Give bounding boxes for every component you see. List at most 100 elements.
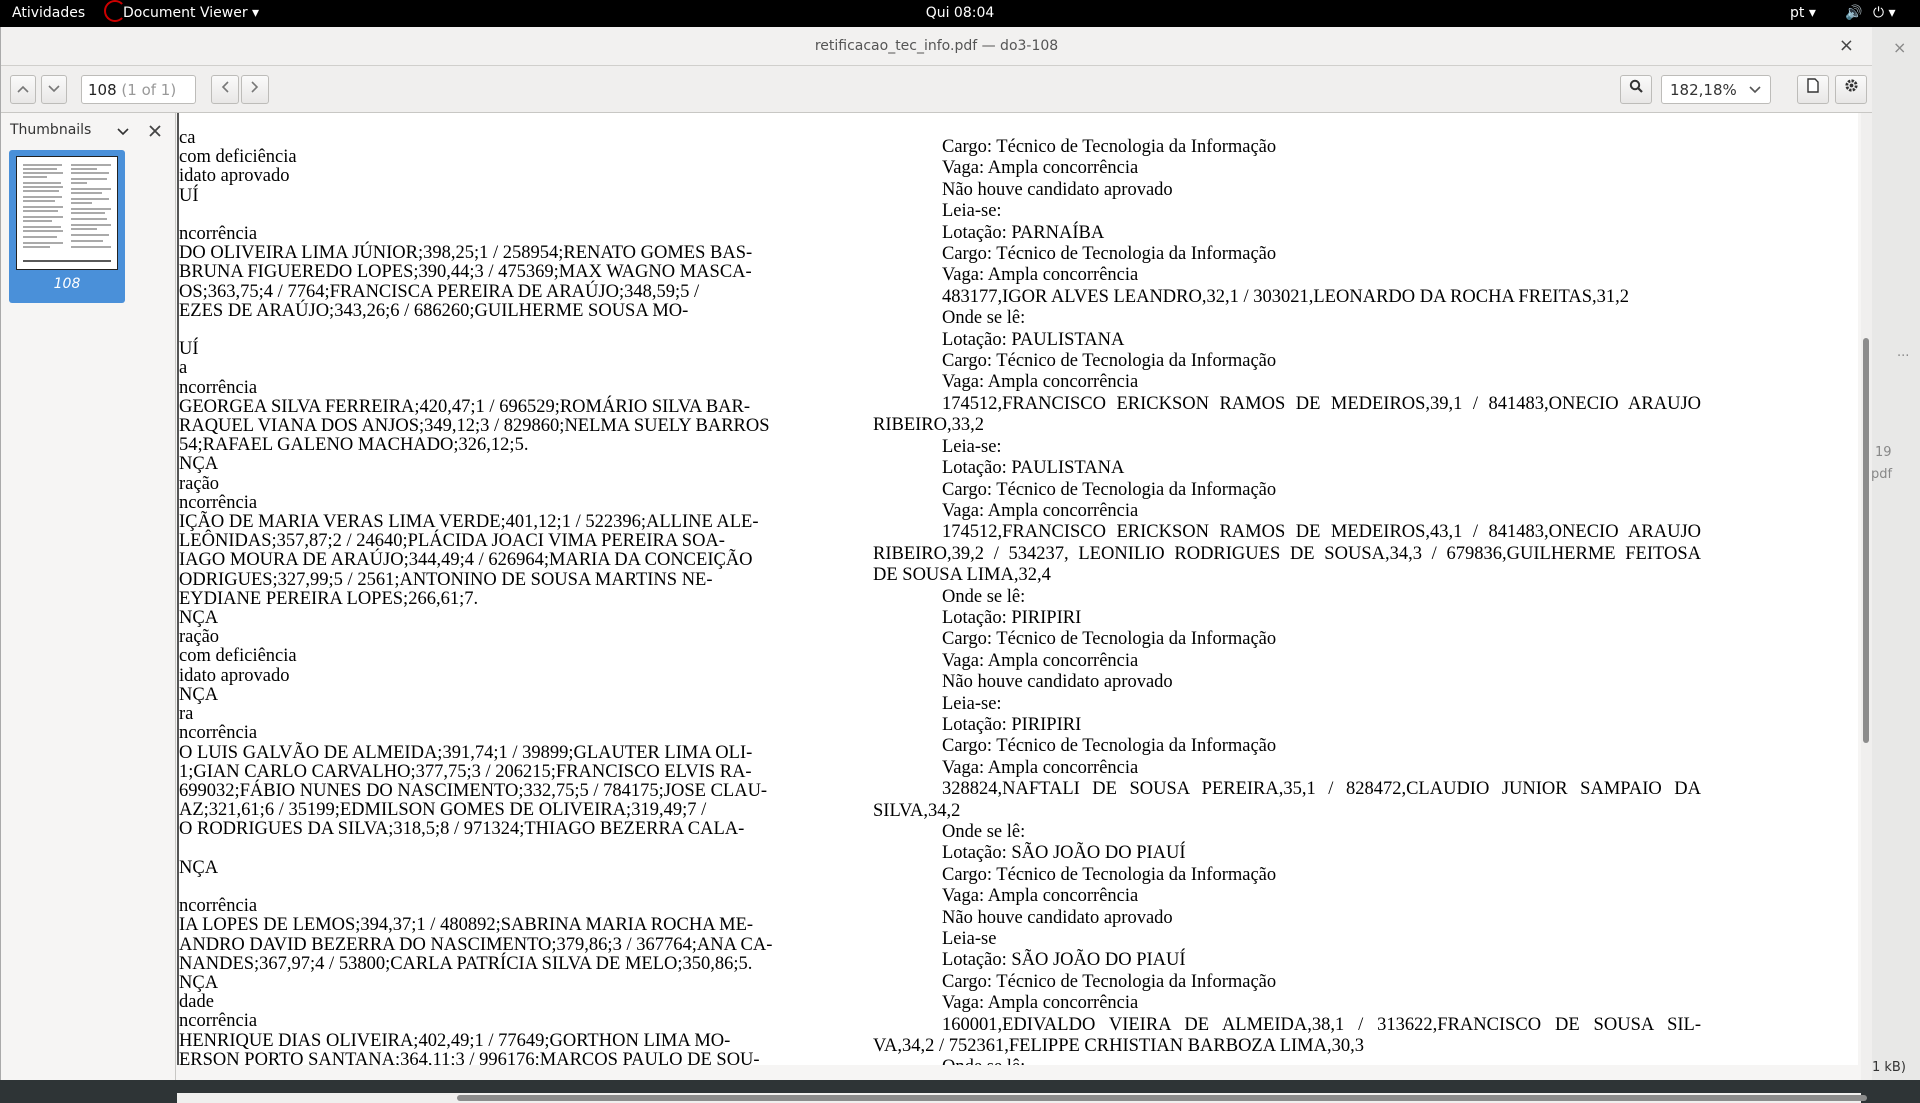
language-menu[interactable]: pt ▾ — [1790, 5, 1816, 21]
document-line: RIBEIRO,39,2 / 534237, LEONILIO RODRIGUE… — [873, 543, 1701, 564]
search-button[interactable] — [1620, 75, 1652, 104]
document-line: dade — [179, 992, 214, 1013]
document-line: 54;RAFAEL GALENO MACHADO;326,12;5. — [179, 435, 529, 456]
document-line: 699032;FÁBIO NUNES DO NASCIMENTO;332,75;… — [179, 780, 768, 801]
document-properties-button[interactable] — [1797, 75, 1829, 104]
document-line: EYDIANE PEREIRA LOPES;266,61;7. — [179, 588, 479, 609]
document-line: Cargo: Técnico de Tecnologia da Informaç… — [942, 479, 1277, 500]
vertical-scrollbar-thumb[interactable] — [1863, 338, 1869, 743]
document-icon — [1807, 78, 1819, 93]
document-line: AZ;321,61;6 / 35199;EDMILSON GOMES DE OL… — [179, 800, 707, 821]
document-line: a — [179, 358, 188, 379]
document-line: ncorrência — [179, 224, 258, 245]
zoom-select[interactable]: 182,18% — [1661, 75, 1771, 104]
document-line: Lotação: PAULISTANA — [942, 458, 1125, 479]
document-line: ração — [179, 473, 220, 494]
sidebar-view-selector[interactable]: Thumbnails — [10, 122, 91, 138]
document-line: Cargo: Técnico de Tecnologia da Informaç… — [942, 971, 1277, 992]
document-line: OS;363,75;4 / 7764;FRANCISCA PEREIRA DE … — [179, 281, 700, 302]
document-line: Lotação: PIRIPIRI — [942, 714, 1082, 735]
document-line: Cargo: Técnico de Tecnologia da Informaç… — [942, 137, 1277, 157]
document-line: Vaga: Ampla concorrência — [942, 757, 1139, 778]
document-line: ncorrência — [179, 492, 258, 513]
window-title: retificacao_tec_info.pdf — do3-108 — [814, 38, 1059, 54]
document-line: Leia-se: — [942, 693, 1002, 714]
document-line: idato aprovado — [179, 166, 290, 187]
close-icon[interactable]: × — [1839, 35, 1854, 56]
document-line: IAGO MOURA DE ARAÚJO;344,49;4 / 626964;M… — [179, 550, 753, 571]
document-line: Lotação: PARNAÍBA — [942, 222, 1105, 243]
document-line: LEÔNIDAS;357,87;2 / 24640;PLÁCIDA JOACI … — [179, 531, 725, 552]
power-icon[interactable]: ⏻ ▾ — [1873, 5, 1896, 21]
close-sidebar-icon[interactable] — [149, 125, 161, 137]
background-close-icon[interactable]: × — [1893, 38, 1906, 57]
document-line: ra — [179, 704, 194, 725]
document-line: HENRIQUE DIAS OLIVEIRA;402,49;1 / 77649;… — [179, 1030, 731, 1051]
document-line: Cargo: Técnico de Tecnologia da Informaç… — [942, 244, 1277, 265]
document-line: Vaga: Ampla concorrência — [942, 500, 1139, 521]
document-line: RAQUEL VIANA DOS ANJOS;349,12;3 / 829860… — [179, 416, 770, 437]
background-text: 1 kB) — [1872, 1060, 1906, 1075]
document-line: Cargo: Técnico de Tecnologia da Informaç… — [942, 629, 1277, 650]
document-line: O LUIS GALVÃO DE ALMEIDA;391,74;1 / 3989… — [179, 742, 753, 763]
sidebar: Thumbnails 108 — [1, 113, 176, 1080]
document-line: RIBEIRO,33,2 — [873, 415, 984, 436]
document-line: ncorrência — [179, 723, 258, 744]
vertical-scrollbar[interactable] — [1861, 113, 1872, 1080]
document-line: Onde se lê: — [873, 1057, 1701, 1065]
document-left-column: ca com deficiência idato aprovado UÍ ncorrê… — [179, 128, 809, 1065]
document-line: ANDRO DAVID BEZERRA DO NASCIMENTO;379,86… — [179, 934, 773, 955]
document-line: ncorrência — [179, 1011, 258, 1032]
horizontal-scrollbar[interactable] — [177, 1093, 1867, 1103]
document-line: Cargo: Técnico de Tecnologia da Informaç… — [942, 864, 1277, 885]
chevron-down-icon[interactable] — [117, 128, 129, 136]
document-line: SILVA,34,2 — [873, 800, 961, 821]
document-line: ração — [179, 627, 220, 648]
chevron-up-icon — [17, 85, 29, 93]
document-line: com deficiência — [179, 646, 297, 667]
document-line: 174512,FRANCISCO ERICKSON RAMOS DE MEDEI… — [942, 522, 1701, 543]
document-line: UÍ — [179, 185, 199, 206]
document-line: idato aprovado — [179, 665, 290, 686]
document-line: Vaga: Ampla concorrência — [942, 372, 1139, 393]
document-line: Lotação: SÃO JOÃO DO PIAUÍ — [942, 950, 1186, 971]
document-line: Lotação: PAULISTANA — [942, 329, 1125, 350]
search-icon — [1629, 79, 1643, 93]
document-line: ncorrência — [179, 896, 258, 917]
document-line: UÍ — [179, 339, 199, 360]
document-line: Cargo: Técnico de Tecnologia da Informaç… — [942, 351, 1277, 372]
document-line: Onde se lê: — [942, 586, 1026, 607]
document-line: NANDES;367,97;4 / 53800;CARLA PATRÍCIA S… — [179, 953, 753, 974]
document-line: 1;GIAN CARLO CARVALHO;377,75;3 / 206215;… — [179, 761, 752, 782]
settings-button[interactable] — [1835, 75, 1867, 104]
chevron-right-icon — [251, 81, 259, 93]
document-line: 328824,NAFTALI DE SOUSA PEREIRA,35,1 / 8… — [942, 779, 1701, 800]
volume-icon[interactable]: 🔊 — [1845, 5, 1862, 21]
background-text: pdf — [1871, 467, 1893, 482]
previous-page-button[interactable] — [211, 75, 239, 104]
document-line: 160001,EDIVALDO VIEIRA DE ALMEIDA,38,1 /… — [942, 1014, 1701, 1035]
document-line: NÇA — [179, 608, 219, 629]
document-line: GEORGEA SILVA FERREIRA;420,47;1 / 696529… — [179, 396, 751, 417]
document-line: BRUNA FIGUEREDO LOPES;390,44;3 / 475369;… — [179, 262, 752, 283]
document-line: NÇA — [179, 972, 219, 993]
background-window: × ... 19 pdf 1 kB) — [1871, 27, 1920, 1080]
document-line: Leia-se: — [942, 201, 1002, 222]
page-number-value: 108 — [88, 81, 117, 99]
document-view[interactable]: ca com deficiência idato aprovado UÍ ncorrê… — [177, 113, 1858, 1065]
document-line: NÇA — [179, 684, 219, 705]
background-text: ... — [1897, 345, 1910, 360]
title-bar: retificacao_tec_info.pdf — do3-108 × — [1, 27, 1872, 66]
next-page-button[interactable] — [241, 75, 269, 104]
previous-result-button[interactable] — [10, 75, 36, 104]
top-bar: Atividades Document Viewer ▾ Qui 08:04 p… — [0, 0, 1920, 27]
page-thumbnail[interactable]: 108 — [9, 150, 125, 303]
page-number-input[interactable]: 108 (1 of 1) — [81, 75, 196, 104]
horizontal-scrollbar-thumb[interactable] — [457, 1095, 1867, 1101]
document-line: NÇA — [179, 857, 219, 878]
next-result-button[interactable] — [41, 75, 67, 104]
document-line: Não houve candidato aprovado — [942, 907, 1173, 928]
clock[interactable]: Qui 08:04 — [0, 5, 1920, 21]
